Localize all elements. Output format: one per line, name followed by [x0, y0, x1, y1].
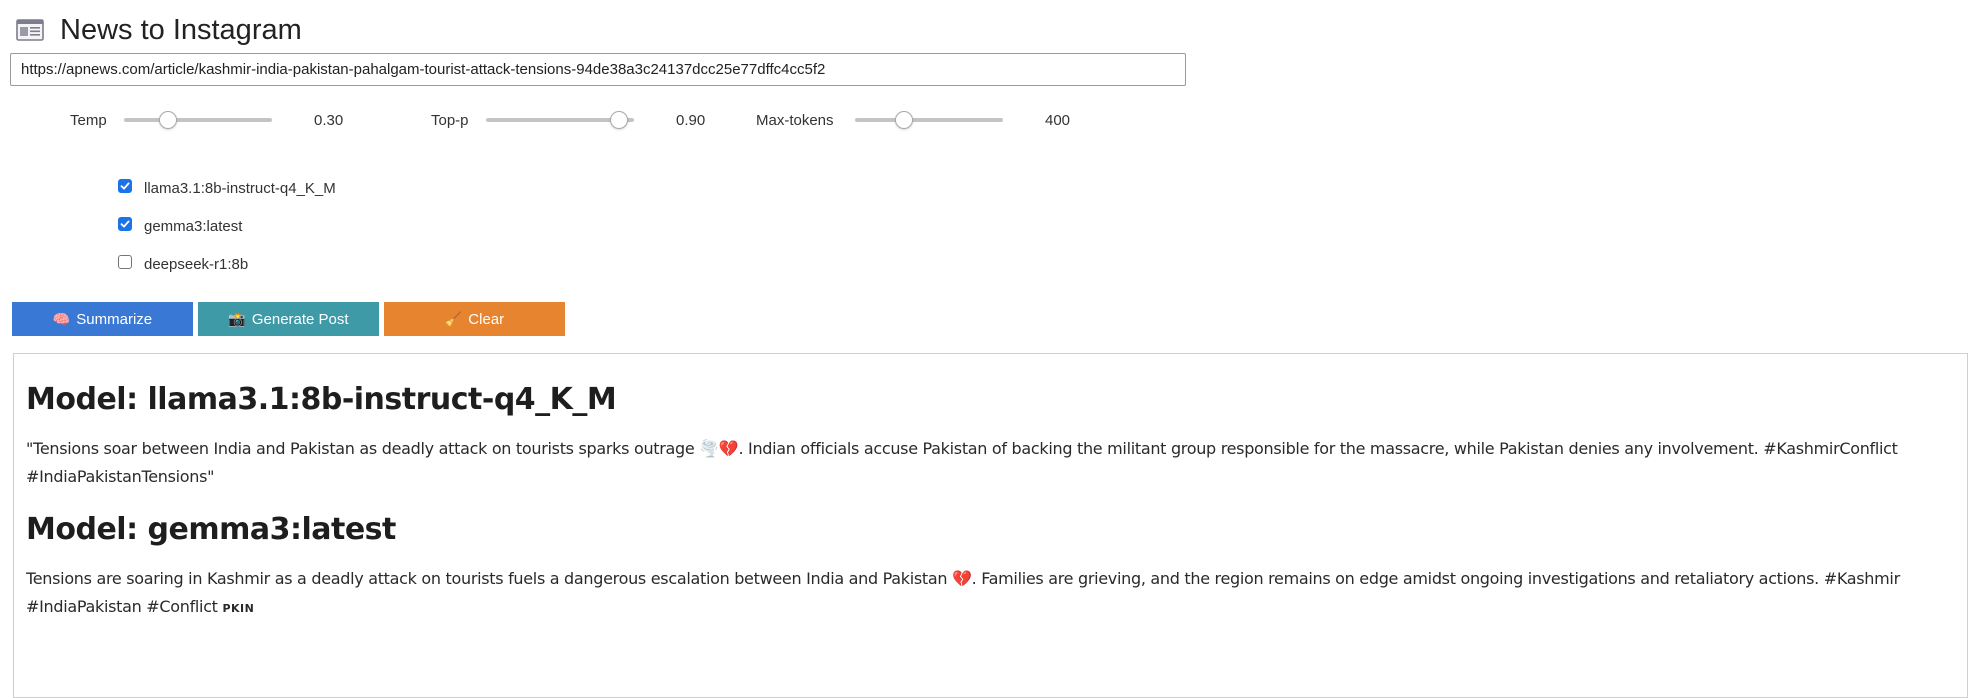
- model-option-deepseek[interactable]: deepseek-r1:8b: [118, 245, 336, 283]
- temp-value: 0.30: [314, 111, 344, 129]
- result-text-line: "Tensions soar between India and Pakista…: [26, 439, 1898, 458]
- newspaper-icon: [16, 18, 44, 42]
- generate-post-label: Generate Post: [251, 310, 349, 328]
- clear-label: Clear: [468, 310, 505, 328]
- checkbox-checked[interactable]: [118, 217, 132, 231]
- app-header: News to Instagram: [16, 10, 302, 50]
- result-text: "Tensions soar between India and Pakista…: [26, 435, 1926, 491]
- flag-tag: PKIN: [222, 602, 255, 615]
- model-label: llama3.1:8b-instruct-q4_K_M: [144, 179, 336, 197]
- url-input[interactable]: [10, 53, 1186, 86]
- result-heading: Model: llama3.1:8b-instruct-q4_K_M: [26, 382, 617, 417]
- generate-post-button[interactable]: 📸 Generate Post: [198, 302, 379, 336]
- top-p-value: 0.90: [676, 111, 706, 129]
- checkbox-checked[interactable]: [118, 179, 132, 193]
- max-tokens-slider[interactable]: [855, 111, 1003, 129]
- max-tokens-slider-group: Max-tokens 400: [756, 106, 1070, 134]
- top-p-slider[interactable]: [486, 111, 634, 129]
- output-panel: Model: llama3.1:8b-instruct-q4_K_M "Tens…: [13, 353, 1968, 698]
- result-text-line: Tensions are soaring in Kashmir as a dea…: [26, 569, 1900, 588]
- checkbox-unchecked[interactable]: [118, 255, 132, 269]
- top-p-slider-thumb[interactable]: [610, 111, 629, 129]
- page-title: News to Instagram: [60, 13, 302, 46]
- action-toolbar: 🧠 Summarize 📸 Generate Post 🧹 Clear: [12, 302, 565, 336]
- temp-slider[interactable]: [124, 111, 272, 129]
- broom-icon: 🧹: [444, 311, 463, 327]
- camera-icon: 📸: [228, 311, 246, 327]
- app-window: News to Instagram Temp 0.30 Top-p 0.90 M…: [0, 0, 1975, 698]
- max-tokens-value: 400: [1045, 111, 1071, 129]
- max-tokens-label: Max-tokens: [756, 111, 834, 129]
- model-label: deepseek-r1:8b: [144, 255, 249, 273]
- clear-button[interactable]: 🧹 Clear: [384, 302, 565, 336]
- temp-slider-thumb[interactable]: [159, 111, 178, 129]
- result-text-line: #IndiaPakistanTensions": [26, 467, 215, 486]
- temp-label: Temp: [70, 111, 107, 129]
- model-label: gemma3:latest: [144, 217, 243, 235]
- result-heading: Model: gemma3:latest: [26, 512, 396, 547]
- summarize-button[interactable]: 🧠 Summarize: [12, 302, 193, 336]
- top-p-slider-group: Top-p 0.90: [431, 106, 705, 134]
- summarize-label: Summarize: [76, 310, 153, 328]
- brain-icon: 🧠: [52, 311, 71, 327]
- max-tokens-slider-thumb[interactable]: [894, 111, 913, 129]
- result-text: Tensions are soaring in Kashmir as a dea…: [26, 565, 1926, 623]
- result-text-line: #IndiaPakistan #Conflict: [26, 597, 218, 616]
- temp-slider-group: Temp 0.30: [70, 106, 343, 134]
- top-p-label: Top-p: [431, 111, 469, 129]
- model-option-gemma[interactable]: gemma3:latest: [118, 207, 336, 245]
- model-checklist: llama3.1:8b-instruct-q4_K_M gemma3:lates…: [118, 169, 336, 283]
- model-option-llama[interactable]: llama3.1:8b-instruct-q4_K_M: [118, 169, 336, 207]
